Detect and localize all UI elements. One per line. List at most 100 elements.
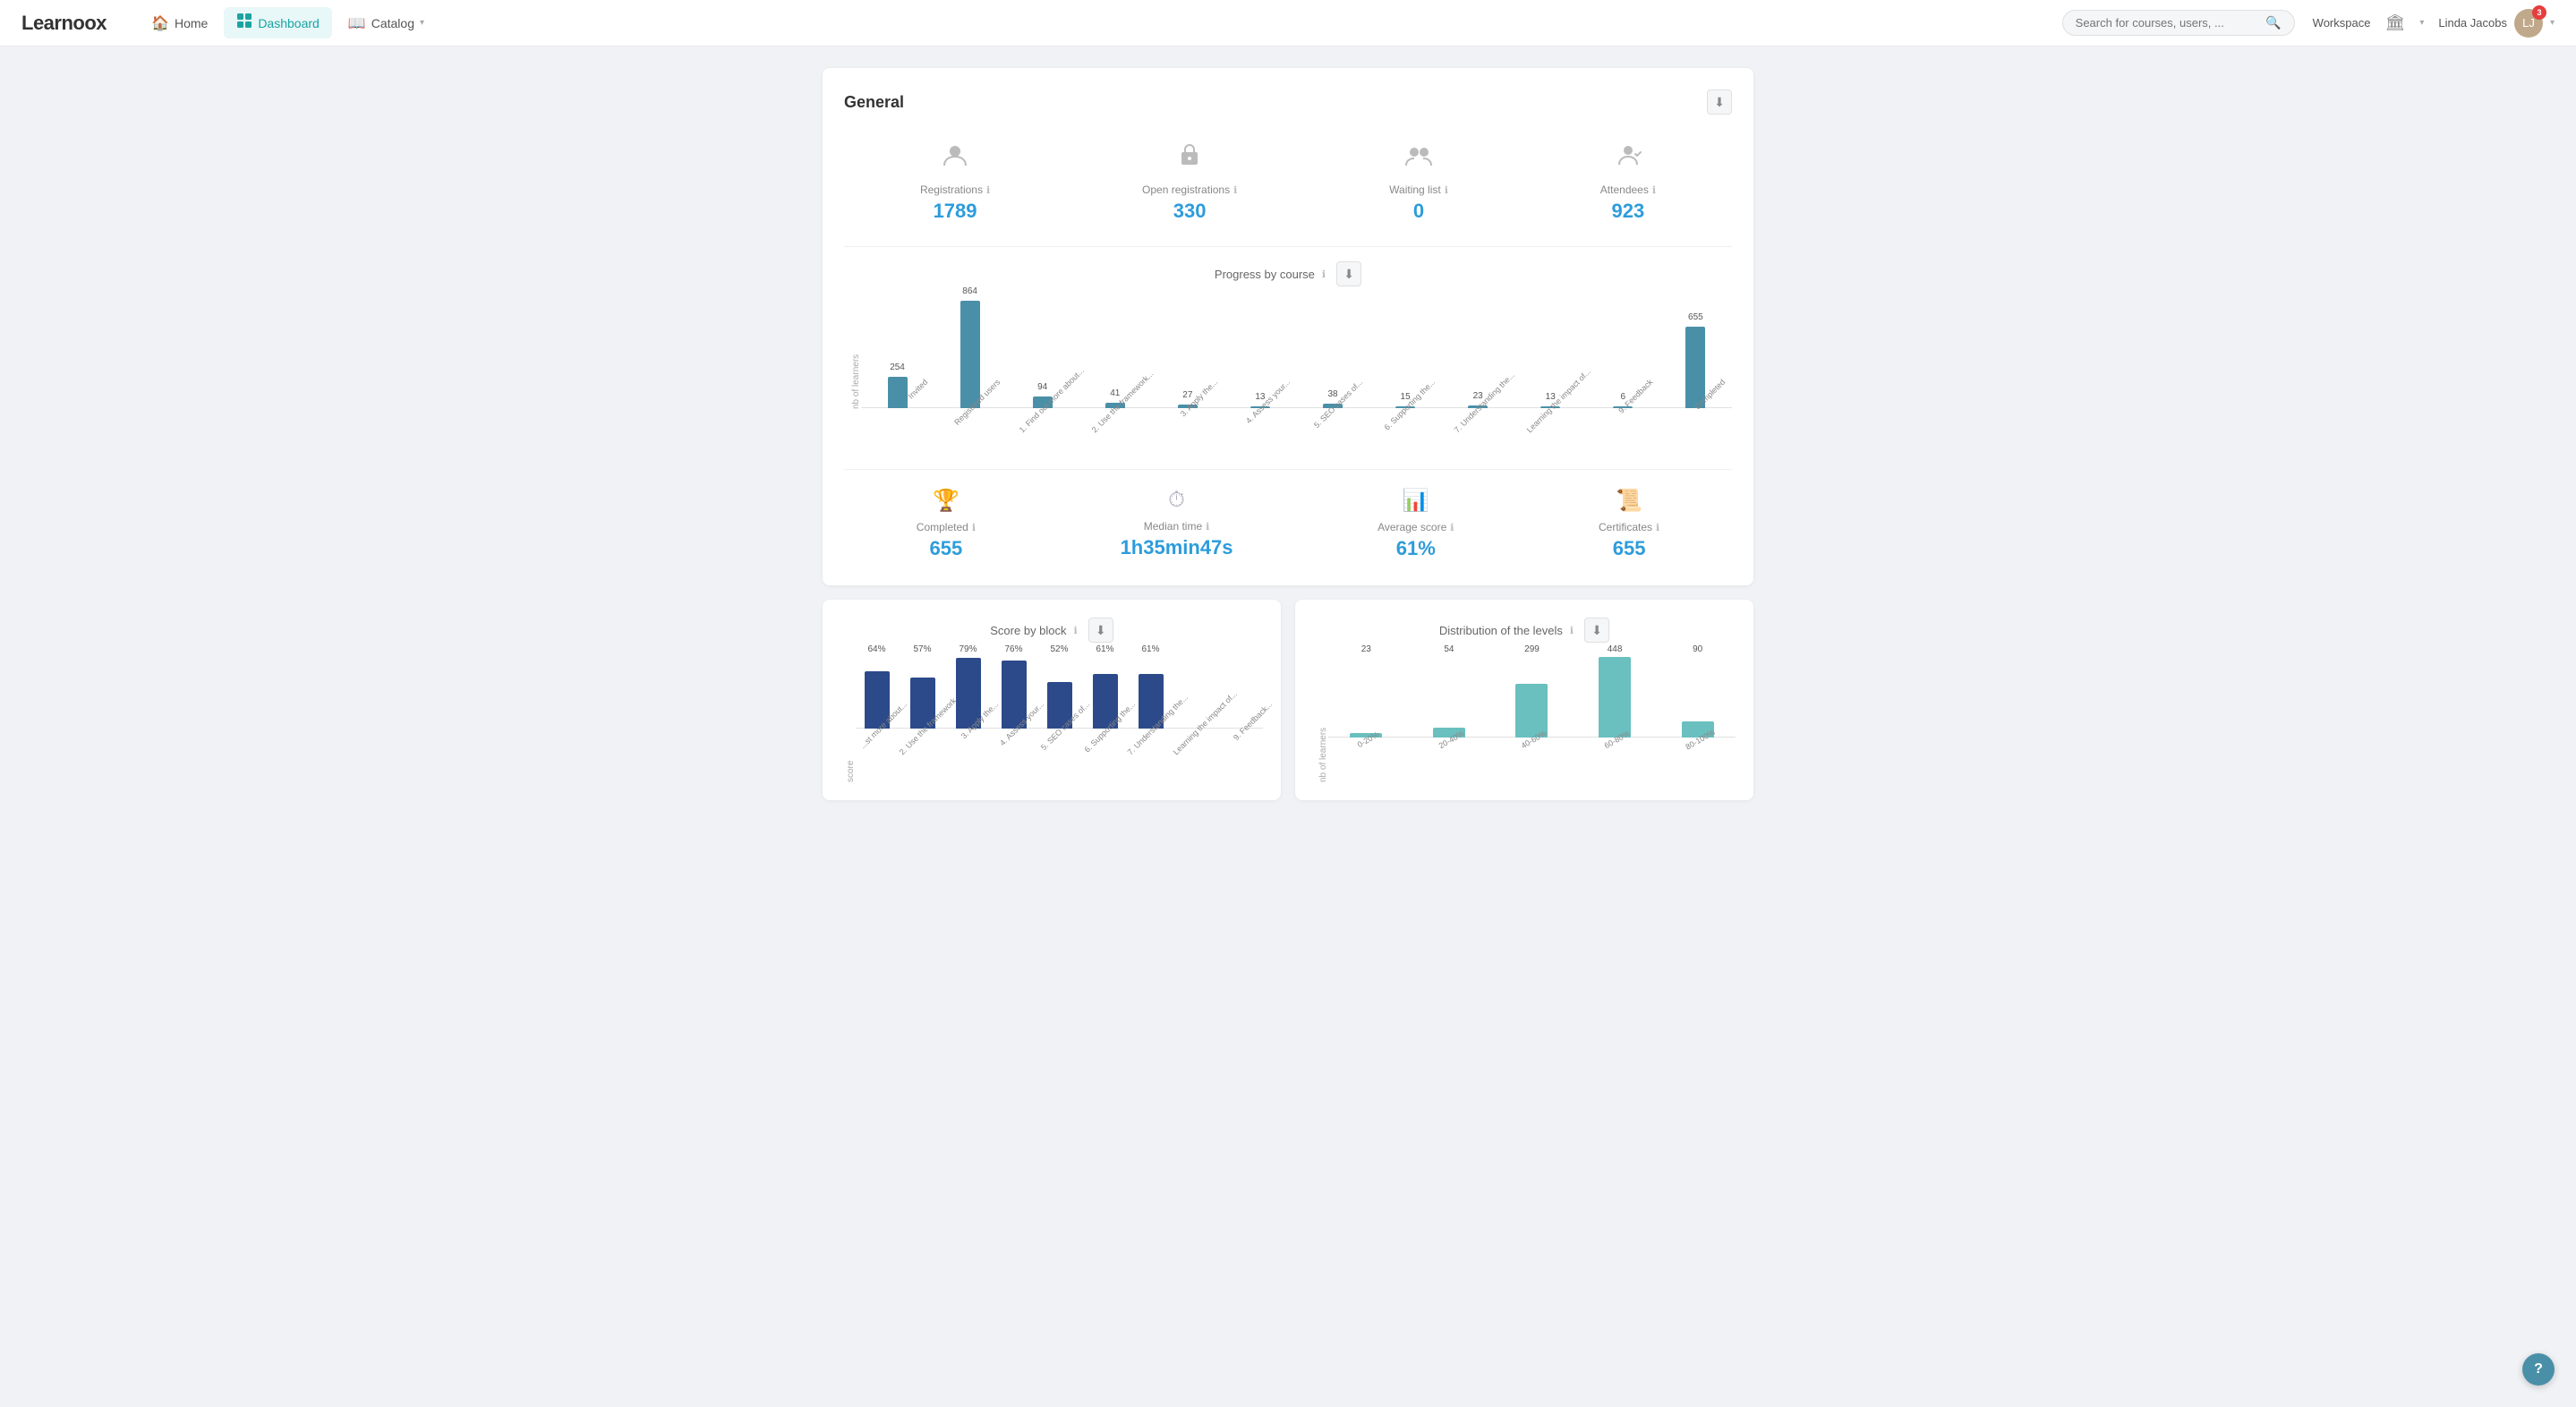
progress-bar-value: 41 <box>1110 388 1120 398</box>
dist-bar-group: 5420-40% <box>1412 657 1488 738</box>
progress-download-button[interactable]: ⬇ <box>1336 261 1361 286</box>
dist-bar-group: 29940-60% <box>1494 657 1570 738</box>
progress-bar-value: 38 <box>1327 389 1337 399</box>
score-chart-title: Score by block <box>990 624 1066 637</box>
dist-bar-value: 448 <box>1608 644 1623 654</box>
progress-bar-group: 412. Use the framework... <box>1079 301 1151 408</box>
score-download-button[interactable]: ⬇ <box>1088 618 1113 643</box>
waiting-list-label: Waiting list <box>1389 183 1441 196</box>
progress-bar-group: 254Invited <box>861 301 934 408</box>
stat-waiting-list: Waiting list ℹ 0 <box>1389 141 1448 223</box>
progress-bars: 254Invited864Registered users941. Find o… <box>861 301 1732 462</box>
progress-bar-group: 237. Understanding the... <box>1442 301 1514 408</box>
score-info-icon[interactable]: ℹ <box>1074 625 1078 636</box>
dist-bar: 448 <box>1599 657 1631 738</box>
waiting-value: 0 <box>1413 200 1424 223</box>
score-bar-group: 79%3. Apply the... <box>947 657 989 729</box>
progress-chart-title: Progress by course <box>1215 268 1315 281</box>
avg-score-icon: 📊 <box>1403 488 1429 514</box>
score-chart-title-row: Score by block ℹ ⬇ <box>840 618 1263 643</box>
progress-bar-value: 655 <box>1688 312 1703 322</box>
dist-bars: 230-20%5420-40%29940-60%44860-80%9080-10… <box>1328 657 1736 782</box>
completed-icon: 🏆 <box>933 488 960 514</box>
open-reg-info-icon[interactable]: ℹ <box>1233 184 1237 196</box>
stat-median-time: ⏱ Median time ℹ 1h35min47s <box>1121 488 1233 560</box>
score-bar-group: Learning the impact of... <box>1175 657 1217 729</box>
progress-bar-group: 273. Apply the... <box>1151 301 1224 408</box>
score-bar-group: 61%7. Understanding the... <box>1130 657 1172 729</box>
open-registrations-icon <box>1175 141 1204 176</box>
progress-y-axis-label: nb of learners <box>844 301 861 462</box>
page-title: General <box>844 93 904 112</box>
dist-bar-value: 23 <box>1361 644 1371 654</box>
nav-dashboard-label: Dashboard <box>258 16 320 30</box>
attendees-info-icon[interactable]: ℹ <box>1652 184 1656 196</box>
attendees-label: Attendees <box>1600 183 1649 196</box>
dist-bar-group: 44860-80% <box>1577 657 1653 738</box>
download-button[interactable]: ⬇ <box>1707 90 1732 115</box>
median-time-value: 1h35min47s <box>1121 536 1233 559</box>
certificates-icon: 📜 <box>1616 488 1642 514</box>
progress-bar-label: 2. Use the framework... <box>1089 378 1147 435</box>
stat-attendees: Attendees ℹ 923 <box>1600 141 1656 223</box>
progress-bar-group: 864Registered users <box>934 301 1006 408</box>
dist-info-icon[interactable]: ℹ <box>1570 625 1574 636</box>
nav-dashboard[interactable]: Dashboard <box>224 7 332 38</box>
score-bar-group: 52%5. SEO cases of... <box>1038 657 1080 729</box>
workspace-label[interactable]: Workspace <box>2313 16 2371 30</box>
nav-home[interactable]: 🏠 Home <box>139 9 220 38</box>
median-time-icon: ⏱ <box>1168 488 1185 513</box>
progress-bar-group: 941. Find out more about... <box>1006 301 1079 408</box>
top-stats-row: Registrations ℹ 1789 Open registrations … <box>844 132 1732 232</box>
score-y-axis-label: score <box>840 657 856 782</box>
certs-info-icon[interactable]: ℹ <box>1656 522 1659 533</box>
user-chevron-icon[interactable]: ▾ <box>2550 18 2555 28</box>
progress-bar-label: 4. Assess your... <box>1235 378 1292 435</box>
search-input[interactable] <box>2076 16 2259 30</box>
progress-bar-value: 94 <box>1037 382 1047 392</box>
completed-value: 655 <box>930 537 963 560</box>
dist-bar-value: 299 <box>1524 644 1540 654</box>
score-chart-card: Score by block ℹ ⬇ score 64%...st more a… <box>823 600 1281 800</box>
progress-chart-section: Progress by course ℹ ⬇ nb of learners 25… <box>844 261 1732 462</box>
dist-chart-card: Distribution of the levels ℹ ⬇ nb of lea… <box>1295 600 1753 800</box>
avg-score-info-icon[interactable]: ℹ <box>1450 522 1454 533</box>
certificates-label: Certificates <box>1599 521 1652 533</box>
dist-download-button[interactable]: ⬇ <box>1584 618 1609 643</box>
nav-catalog[interactable]: 📖 Catalog ▾ <box>336 9 437 38</box>
score-bar-value: 61% <box>1141 644 1159 654</box>
logo[interactable]: Learnoox <box>21 12 107 35</box>
registrations-icon <box>941 141 969 176</box>
median-info-icon[interactable]: ℹ <box>1206 521 1209 533</box>
stat-completed: 🏆 Completed ℹ 655 <box>917 488 976 560</box>
score-bar-group: 57%2. Use the framework... <box>901 657 943 729</box>
progress-bar-group: 13Learning the impact of... <box>1514 301 1587 408</box>
help-button[interactable]: ? <box>2522 1353 2555 1386</box>
app-header: Learnoox 🏠 Home Dashboard 📖 Catalog ▾ <box>0 0 2576 47</box>
logo-text: Learnoox <box>21 12 107 34</box>
nav-home-label: Home <box>175 16 208 30</box>
dist-chart-title: Distribution of the levels <box>1439 624 1563 637</box>
user-menu[interactable]: Linda Jacobs LJ 3 ▾ <box>2438 9 2555 38</box>
stat-open-registrations: Open registrations ℹ 330 <box>1142 141 1237 223</box>
search-icon: 🔍 <box>2265 15 2281 30</box>
registrations-info-icon[interactable]: ℹ <box>986 184 990 196</box>
header-right: Workspace 🏛 ▾ Linda Jacobs LJ 3 ▾ <box>2313 9 2555 38</box>
score-bar-value: 76% <box>1004 644 1022 654</box>
median-time-label: Median time <box>1144 520 1202 533</box>
waiting-info-icon[interactable]: ℹ <box>1445 184 1448 196</box>
bank-icon[interactable]: 🏛 <box>2384 13 2405 32</box>
progress-bar-group: 69. Feedback <box>1587 301 1659 408</box>
dist-y-axis-label: nb of learners <box>1313 657 1328 782</box>
progress-info-icon[interactable]: ℹ <box>1322 269 1326 280</box>
workspace-chevron-icon[interactable]: ▾ <box>2419 18 2424 28</box>
score-bar-value: 61% <box>1096 644 1113 654</box>
progress-bar-group: 385. SEO cases of... <box>1296 301 1369 408</box>
score-bars: 64%...st more about...57%2. Use the fram… <box>856 657 1263 782</box>
completed-info-icon[interactable]: ℹ <box>972 522 976 533</box>
home-icon: 🏠 <box>151 14 169 32</box>
divider-1 <box>844 246 1732 247</box>
search-bar[interactable]: 🔍 <box>2062 10 2295 36</box>
avg-score-label: Average score <box>1378 521 1446 533</box>
waiting-list-icon <box>1404 141 1433 176</box>
